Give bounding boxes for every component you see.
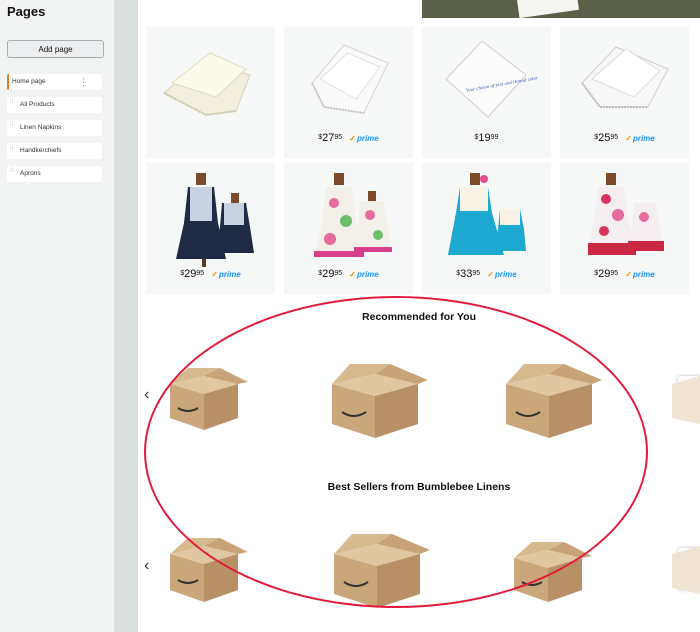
product-tile[interactable]: $2995 ✓prime (284, 163, 413, 294)
drag-handle-icon[interactable]: ⁞⁞ (10, 99, 15, 109)
product-placeholder-box[interactable] (320, 354, 430, 440)
price-label: $1999 (474, 132, 499, 144)
apron-image (448, 173, 526, 255)
drag-handle-icon[interactable]: ⁞⁞ (10, 122, 15, 132)
carousel-prev-button[interactable]: ‹ (144, 557, 149, 575)
product-placeholder-box[interactable] (494, 354, 604, 440)
product-placeholder-box[interactable] (160, 360, 250, 432)
product-tile[interactable]: $2595 ✓prime (560, 27, 689, 158)
add-page-button[interactable]: Add page (7, 40, 104, 58)
apron-image (176, 173, 254, 267)
page-item-home[interactable]: Home page ⋮ (7, 74, 102, 90)
prime-badge: ✓prime (211, 270, 241, 279)
best-sellers-heading: Best Sellers from Bumblebee Linens (327, 481, 511, 493)
product-placeholder-box[interactable] (160, 530, 250, 606)
apron-image (314, 173, 392, 257)
apron-image (588, 173, 664, 255)
product-placeholder-box[interactable] (664, 364, 700, 434)
price-label: $2995 ✓prime (594, 268, 655, 280)
product-placeholder-box[interactable] (504, 534, 594, 604)
handkerchief-image (581, 46, 669, 108)
handkerchief-image (163, 52, 251, 117)
pages-panel: Pages Add page Home page ⋮ ⁞⁞ All Produc… (0, 0, 114, 632)
price-label: $2995 ✓prime (180, 268, 241, 280)
price-label: $2995 ✓prime (318, 268, 379, 280)
panel-gutter (114, 0, 138, 632)
handkerchief-image: Your choice of text and thread color (445, 40, 539, 118)
prime-badge: ✓prime (349, 270, 379, 279)
price-label: $3395 ✓prime (456, 268, 517, 280)
recommended-heading: Recommended for You (362, 311, 476, 323)
product-tile[interactable]: Your choice of text and thread color $19… (422, 27, 551, 158)
page-item-aprons[interactable]: ⁞⁞ Aprons (7, 166, 102, 182)
product-tile[interactable] (146, 27, 275, 158)
prime-badge: ✓prime (625, 134, 655, 143)
price-label: $2795 ✓prime (318, 132, 379, 144)
page-item-linen-napkins[interactable]: ⁞⁞ Linen Napkins (7, 120, 102, 136)
page-item-all-products[interactable]: ⁞⁞ All Products (7, 97, 102, 113)
price-label: $2595 ✓prime (594, 132, 655, 144)
product-tile[interactable]: $2795 ✓prime (284, 27, 413, 158)
page-item-label: Aprons (20, 170, 41, 177)
carousel-prev-button[interactable]: ‹ (144, 386, 149, 404)
product-tile[interactable]: $3395 ✓prime (422, 163, 551, 294)
handkerchief-image (311, 44, 389, 114)
page-item-label: Handkerchiefs (20, 147, 62, 154)
drag-handle-icon[interactable]: ⁞⁞ (10, 145, 15, 155)
product-placeholder-box[interactable] (322, 524, 432, 610)
page-item-handkerchiefs[interactable]: ⁞⁞ Handkerchiefs (7, 143, 102, 159)
page-item-label: Linen Napkins (20, 124, 62, 131)
hero-image (422, 0, 700, 19)
prime-badge: ✓prime (625, 270, 655, 279)
pages-title: Pages (7, 4, 46, 19)
product-placeholder-box[interactable] (664, 534, 700, 604)
product-tile[interactable]: $2995 ✓prime (560, 163, 689, 294)
prime-badge: ✓prime (487, 270, 517, 279)
prime-badge: ✓prime (349, 134, 379, 143)
drag-handle-icon[interactable]: ⁞⁞ (10, 168, 15, 178)
page-item-label: All Products (20, 101, 55, 108)
page-item-label: Home page (12, 78, 46, 85)
more-options-icon[interactable]: ⋮ (79, 74, 88, 90)
product-tile[interactable]: $2995 ✓prime (146, 163, 275, 294)
